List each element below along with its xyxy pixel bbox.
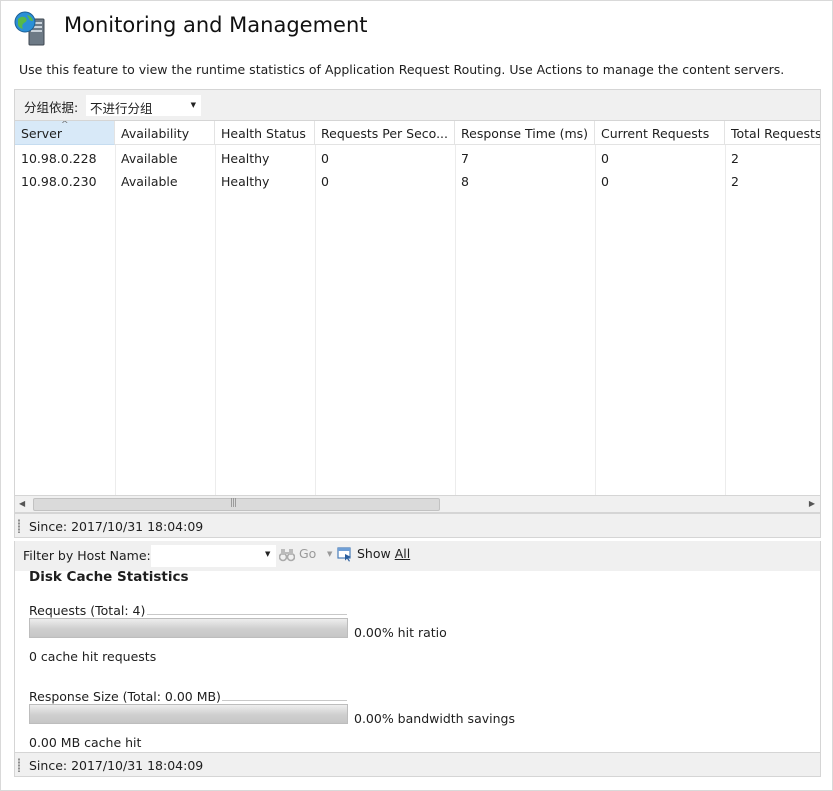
bottom-status-text: Since: 2017/10/31 18:04:09: [29, 758, 204, 773]
bandwidth-savings-bar: [29, 704, 348, 724]
scroll-right-icon[interactable]: ▶: [809, 499, 815, 508]
column-header-label: Server: [21, 126, 62, 141]
column-header-requests-per-second[interactable]: Requests Per Seco...: [315, 121, 455, 145]
cell-current-requests: 0: [601, 174, 609, 189]
column-divider: [595, 145, 596, 495]
sort-ascending-icon: ^: [61, 121, 69, 130]
cache-hit-requests-text: 0 cache hit requests: [29, 649, 157, 664]
cell-total-requests: 2: [731, 151, 739, 166]
section-rule: [222, 700, 347, 701]
grip-icon: |||: [230, 498, 237, 508]
grid-status-bar: Since: 2017/10/31 18:04:09: [14, 513, 821, 538]
globe-server-icon: [13, 11, 49, 47]
page-title: Monitoring and Management: [64, 13, 368, 37]
chevron-down-icon: ▼: [190, 101, 196, 109]
column-header-health-status[interactable]: Health Status: [215, 121, 315, 145]
column-header-current-requests[interactable]: Current Requests: [595, 121, 725, 145]
cell-availability: Available: [121, 151, 178, 166]
cell-total-requests: 2: [731, 174, 739, 189]
group-by-label: 分组依据:: [24, 100, 79, 115]
cell-response-time: 8: [461, 174, 469, 189]
scrollbar-thumb[interactable]: |||: [33, 498, 440, 511]
show-all-label-prefix: Show: [356, 546, 395, 561]
column-divider: [215, 145, 216, 495]
cell-availability: Available: [121, 174, 178, 189]
show-all-label-accel: All: [394, 546, 411, 561]
cell-response-time: 7: [461, 151, 469, 166]
cell-requests-per-second: 0: [321, 174, 329, 189]
show-all-icon: [337, 547, 351, 562]
column-header-response-time[interactable]: Response Time (ms): [455, 121, 595, 145]
show-all-button[interactable]: Show All: [337, 546, 410, 562]
cell-health-status: Healthy: [221, 151, 270, 166]
column-divider: [115, 145, 116, 495]
horizontal-scrollbar[interactable]: ◀ ||| ▶: [14, 496, 821, 513]
go-label: Go: [298, 546, 317, 561]
hit-ratio-bar: [29, 618, 348, 638]
server-grid: Server ^ Availability Health Status Requ…: [14, 120, 821, 496]
page-description: Use this feature to view the runtime sta…: [19, 62, 785, 77]
filter-toolbar: Filter by Host Name: ▼ Go ▼ Show All: [14, 541, 821, 571]
cell-health-status: Healthy: [221, 174, 270, 189]
column-header-availability[interactable]: Availability: [115, 121, 215, 145]
group-by-toolbar: 分组依据: 不进行分组 ▼: [14, 89, 821, 120]
group-by-value: 不进行分组: [90, 101, 153, 116]
host-name-filter-input[interactable]: [151, 545, 276, 567]
column-divider: [315, 145, 316, 495]
grip-dots-icon: [18, 519, 20, 533]
column-divider: [725, 145, 726, 495]
section-rule: [147, 614, 347, 615]
response-size-label: Response Size (Total: 0.00 MB): [29, 689, 221, 704]
cell-current-requests: 0: [601, 151, 609, 166]
cell-server: 10.98.0.230: [21, 174, 97, 189]
binoculars-icon: [278, 549, 296, 562]
chevron-down-icon[interactable]: ▼: [265, 550, 270, 558]
hit-ratio-text: 0.00% hit ratio: [354, 625, 447, 640]
chevron-down-icon[interactable]: ▼: [327, 550, 332, 558]
scroll-left-icon[interactable]: ◀: [19, 499, 25, 508]
bandwidth-savings-text: 0.00% bandwidth savings: [354, 711, 515, 726]
grip-dots-icon: [18, 758, 20, 772]
disk-cache-panel: Disk Cache Statistics Requests (Total: 4…: [14, 569, 821, 753]
bottom-status-bar: Since: 2017/10/31 18:04:09: [14, 752, 821, 777]
column-header-total-requests[interactable]: Total Requests: [725, 121, 820, 145]
cache-hit-size-text: 0.00 MB cache hit: [29, 735, 142, 750]
group-by-dropdown[interactable]: 不进行分组 ▼: [86, 95, 201, 116]
filter-label: Filter by Host Name:: [23, 548, 151, 563]
cell-server: 10.98.0.228: [21, 151, 97, 166]
cell-requests-per-second: 0: [321, 151, 329, 166]
requests-total-label: Requests (Total: 4): [29, 603, 146, 618]
disk-cache-title: Disk Cache Statistics: [29, 569, 189, 585]
column-header-server[interactable]: Server ^: [15, 121, 115, 145]
go-button[interactable]: Go: [278, 546, 317, 566]
column-divider: [455, 145, 456, 495]
grid-status-text: Since: 2017/10/31 18:04:09: [29, 519, 204, 534]
